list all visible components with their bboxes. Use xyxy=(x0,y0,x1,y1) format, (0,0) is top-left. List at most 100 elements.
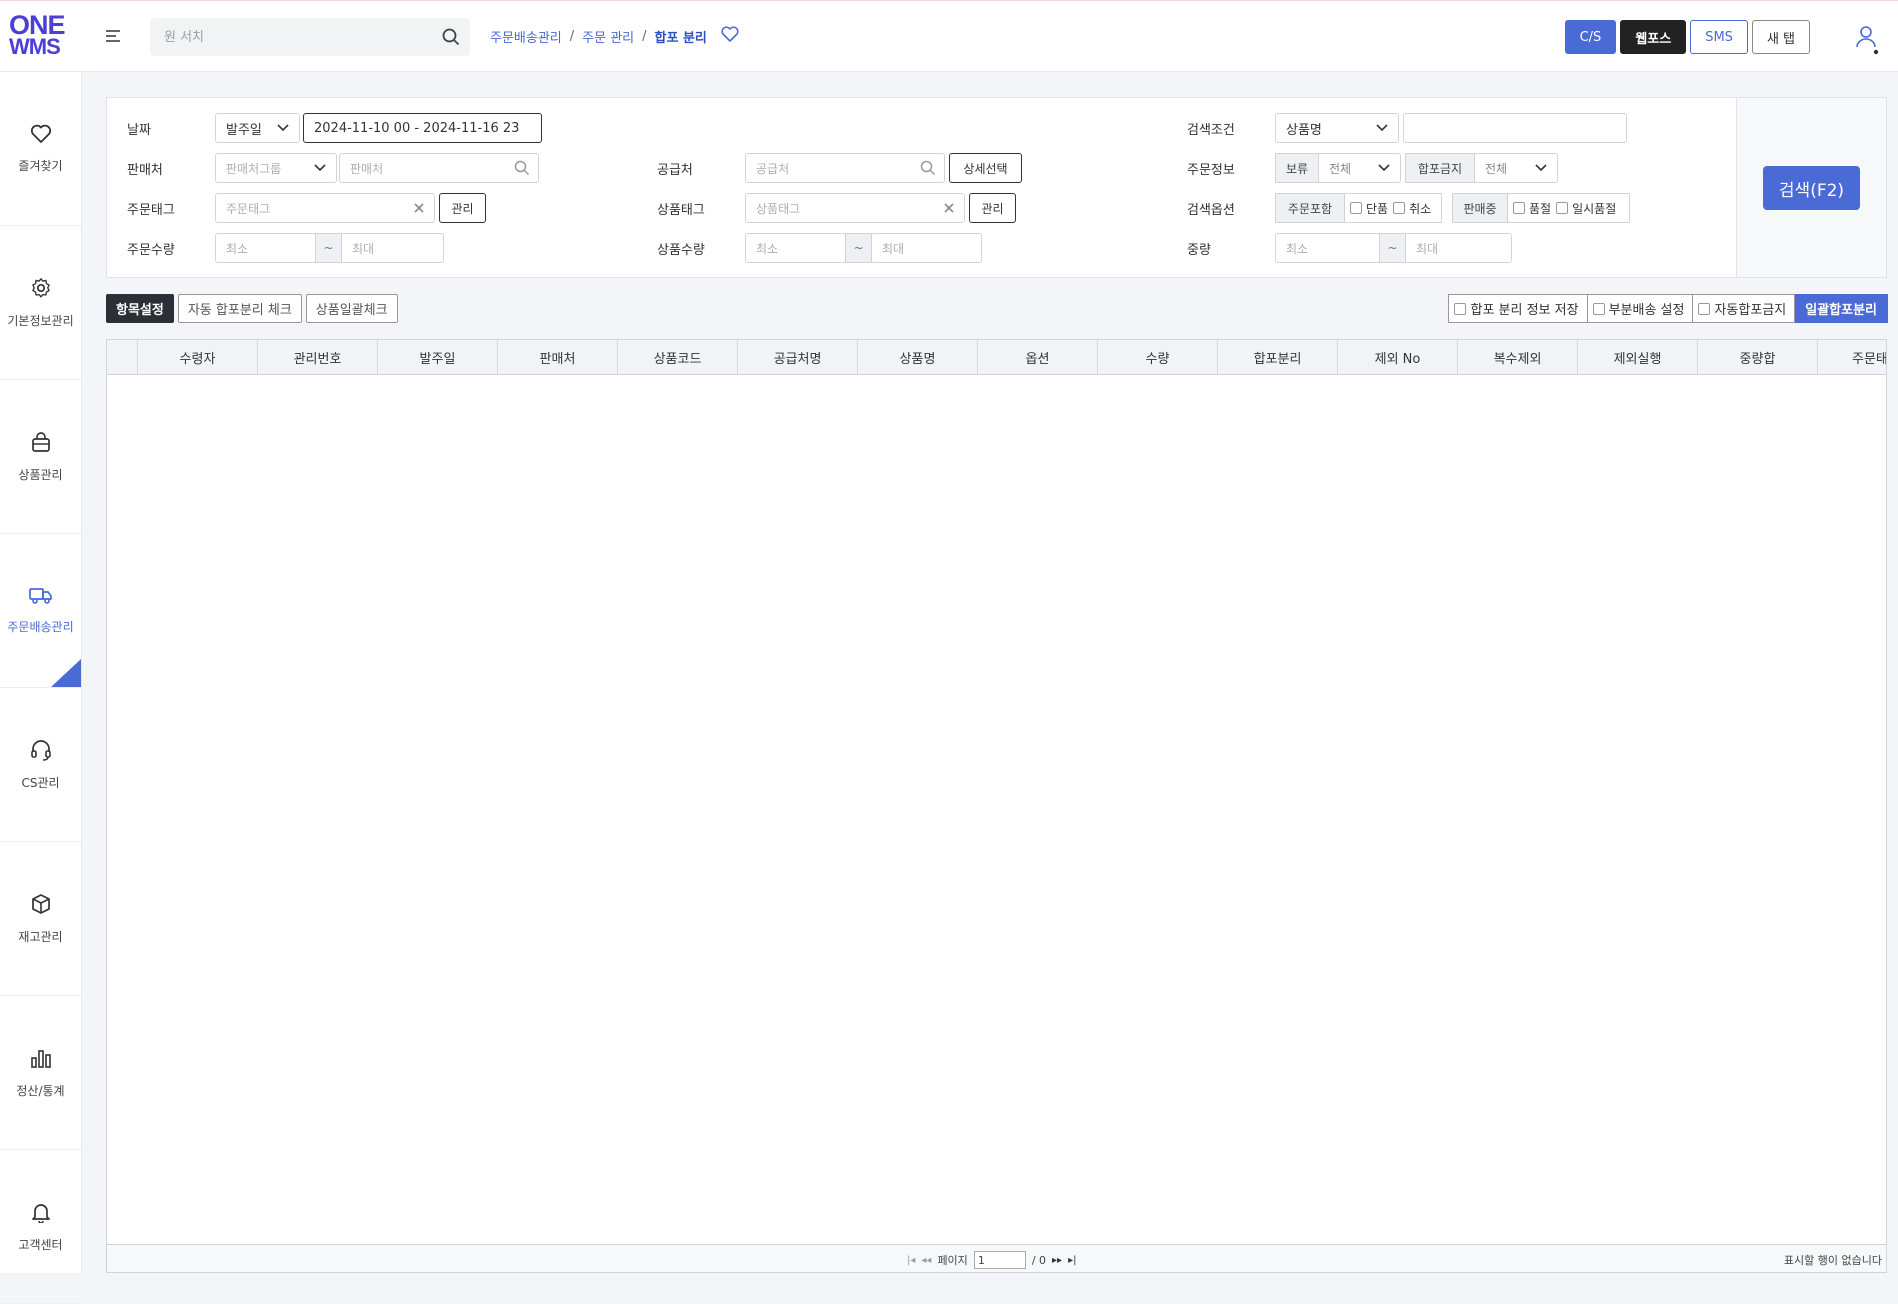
search-icon[interactable] xyxy=(442,28,460,50)
order-grid: 수령자 관리번호 발주일 판매처 상품코드 공급처명 상품명 옵션 수량 합포분… xyxy=(106,339,1887,1273)
grid-header-option[interactable]: 옵션 xyxy=(978,340,1098,375)
weight-max-input[interactable]: 최대 xyxy=(1405,233,1512,263)
grid-header-order-date[interactable]: 발주일 xyxy=(378,340,498,375)
seller-input[interactable]: 판매처 xyxy=(339,153,539,183)
order-qty-max-input[interactable]: 최대 xyxy=(341,233,444,263)
order-qty-min-input[interactable]: 최소 xyxy=(215,233,316,263)
grid-header-weight-sum[interactable]: 중량합 xyxy=(1698,340,1818,375)
no-rows-message: 표시할 행이 없습니다 xyxy=(1783,1254,1882,1267)
single-checkbox[interactable] xyxy=(1350,202,1362,214)
breadcrumb-item-order-shipping[interactable]: 주문배송관리 xyxy=(490,27,562,46)
date-label: 날짜 xyxy=(127,123,151,138)
clear-icon[interactable] xyxy=(412,201,426,218)
product-tag-manage-button[interactable]: 관리 xyxy=(969,193,1016,223)
first-page-icon[interactable]: |◂ xyxy=(907,1255,915,1266)
partial-ship-checkbox[interactable] xyxy=(1592,302,1605,315)
cs-button[interactable]: C/S xyxy=(1564,20,1617,54)
min-placeholder: 최소 xyxy=(226,241,249,256)
webpos-button[interactable]: 웹포스 xyxy=(1620,20,1687,54)
date-range-input[interactable]: 2024-11-10 00 - 2024-11-16 23 xyxy=(303,113,542,143)
new-tab-button[interactable]: 새 탭 xyxy=(1751,20,1810,54)
date-type-select[interactable]: 발주일 xyxy=(215,113,300,143)
temp-soldout-checkbox[interactable] xyxy=(1556,202,1569,214)
grid-header-order-tag[interactable]: 주문태 xyxy=(1818,340,1886,375)
headset-icon xyxy=(30,739,52,764)
last-page-icon[interactable]: ▸| xyxy=(1068,1255,1076,1266)
product-qty-max-input[interactable]: 최대 xyxy=(871,233,982,263)
order-include-tag: 주문포함 xyxy=(1275,193,1345,223)
supplier-label: 공급처 xyxy=(657,163,693,178)
date-type-value: 발주일 xyxy=(226,122,262,138)
page-input[interactable]: 1 xyxy=(973,1251,1026,1269)
grid-header-split[interactable]: 합포분리 xyxy=(1218,340,1338,375)
bulk-split-button[interactable]: 일괄합포분리 xyxy=(1795,294,1888,323)
favorite-heart-icon[interactable] xyxy=(721,26,739,46)
save-split-info-toggle[interactable]: 합포 분리 정보 저장 xyxy=(1448,294,1588,323)
sms-button[interactable]: SMS xyxy=(1690,20,1748,54)
breadcrumb-item-order-manage[interactable]: 주문 관리 xyxy=(582,27,634,46)
grid-header-supplier-name[interactable]: 공급처명 xyxy=(738,340,858,375)
product-bulk-check-button[interactable]: 상품일괄체크 xyxy=(305,294,398,323)
grid-header-exclude-no[interactable]: 제외 No xyxy=(1338,340,1458,375)
order-tag-manage-button[interactable]: 관리 xyxy=(439,193,486,223)
global-search-input[interactable] xyxy=(150,18,420,56)
order-tag-input[interactable]: 주문태그 xyxy=(215,193,435,223)
cancel-checkbox[interactable] xyxy=(1393,202,1406,214)
onewms-logo[interactable]: ONE WMS xyxy=(9,12,67,63)
grid-header-select[interactable] xyxy=(107,340,138,375)
search-button[interactable]: 검색(F2) xyxy=(1763,166,1860,210)
menu-toggle-icon[interactable] xyxy=(106,27,126,47)
sidebar-item-cs[interactable]: CS관리 xyxy=(0,688,81,842)
supplier-input[interactable]: 공급처 xyxy=(745,153,945,183)
grid-header-multi-exclude[interactable]: 복수제외 xyxy=(1458,340,1578,375)
sidebar: 즐겨찾기 기본정보관리 상품관리 주문배송관리 CS관리 재고관리 정산/통계 … xyxy=(0,72,82,1304)
auto-merge-ban-toggle[interactable]: 자동합포금지 xyxy=(1693,294,1796,323)
user-profile-icon[interactable] xyxy=(1854,23,1880,55)
weight-min-input[interactable]: 최소 xyxy=(1275,233,1380,263)
column-settings-button[interactable]: 항목설정 xyxy=(106,294,174,323)
grid-footer: |◂ ◂◂ 페이지 1 / 0 ▸▸ ▸| 표시할 행이 없습니다 xyxy=(107,1244,1886,1272)
grid-header-seller[interactable]: 판매처 xyxy=(498,340,618,375)
grid-header-quantity[interactable]: 수량 xyxy=(1098,340,1218,375)
partial-ship-toggle[interactable]: 부분배송 설정 xyxy=(1587,294,1694,323)
hold-value: 전체 xyxy=(1329,161,1352,176)
product-qty-min-input[interactable]: 최소 xyxy=(745,233,846,263)
grid-header-product-name[interactable]: 상품명 xyxy=(858,340,978,375)
order-info-label: 주문정보 xyxy=(1187,163,1235,178)
search-condition-value: 상품명 xyxy=(1286,122,1322,138)
search-keyword-input[interactable] xyxy=(1403,113,1627,143)
sidebar-item-products[interactable]: 상품관리 xyxy=(0,380,81,534)
search-condition-label: 검색조건 xyxy=(1187,123,1235,138)
seller-group-select[interactable]: 판매처그룹 xyxy=(215,153,337,183)
sidebar-item-favorites[interactable]: 즐겨찾기 xyxy=(0,72,81,226)
gear-icon xyxy=(30,277,52,302)
search-icon[interactable] xyxy=(920,160,936,179)
sidebar-item-inventory[interactable]: 재고관리 xyxy=(0,842,81,996)
auto-merge-ban-checkbox[interactable] xyxy=(1698,302,1711,315)
save-split-info-checkbox[interactable] xyxy=(1454,302,1467,315)
clear-icon[interactable] xyxy=(942,201,956,218)
detail-select-button[interactable]: 상세선택 xyxy=(949,153,1022,183)
auto-split-check-button[interactable]: 자동 합포분리 체크 xyxy=(177,294,302,323)
sidebar-item-settlement[interactable]: 정산/통계 xyxy=(0,996,81,1150)
on-sale-options: 품절 일시품절 xyxy=(1507,193,1630,223)
search-condition-select[interactable]: 상품명 xyxy=(1275,113,1399,143)
soldout-checkbox[interactable] xyxy=(1513,202,1525,214)
product-qty-tilde: ~ xyxy=(845,233,872,263)
sidebar-item-basic-info[interactable]: 기본정보관리 xyxy=(0,226,81,380)
search-icon[interactable] xyxy=(514,160,530,179)
product-tag-input[interactable]: 상품태그 xyxy=(745,193,965,223)
max-placeholder: 최대 xyxy=(352,241,375,256)
grid-header-product-code[interactable]: 상품코드 xyxy=(618,340,738,375)
grid-header-receiver[interactable]: 수령자 xyxy=(138,340,258,375)
merge-ban-select[interactable]: 전체 xyxy=(1474,153,1558,183)
hold-select[interactable]: 전체 xyxy=(1318,153,1401,183)
sidebar-item-customer-center[interactable]: 고객센터 xyxy=(0,1150,81,1304)
order-qty-label: 주문수량 xyxy=(127,243,175,258)
product-tag-label: 상품태그 xyxy=(657,203,705,218)
sidebar-item-order-shipping[interactable]: 주문배송관리 xyxy=(0,534,81,688)
next-page-icon[interactable]: ▸▸ xyxy=(1052,1255,1062,1266)
grid-header-manage-no[interactable]: 관리번호 xyxy=(258,340,378,375)
prev-page-icon[interactable]: ◂◂ xyxy=(921,1255,931,1266)
grid-header-exclude-run[interactable]: 제외실행 xyxy=(1578,340,1698,375)
